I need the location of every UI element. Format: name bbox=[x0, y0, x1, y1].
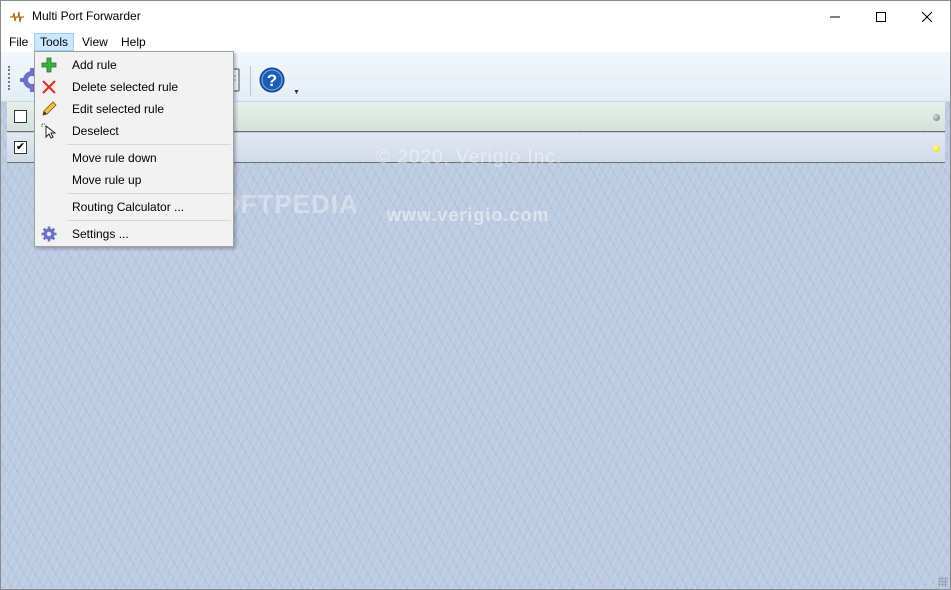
menu-item-label: Delete selected rule bbox=[72, 80, 179, 94]
toolbar-separator bbox=[250, 66, 251, 96]
menu-item-label: Move rule down bbox=[72, 151, 157, 165]
copyright-watermark: © 2020, Verigio Inc. bbox=[376, 147, 563, 168]
maximize-button[interactable] bbox=[858, 1, 904, 32]
menu-separator bbox=[67, 193, 231, 194]
toolbar-grip[interactable] bbox=[8, 66, 10, 90]
rule-status-indicator bbox=[933, 114, 940, 121]
menu-tools[interactable]: Tools bbox=[34, 33, 75, 51]
title-bar[interactable]: Multi Port Forwarder bbox=[1, 1, 950, 32]
menu-item-routing-calculator[interactable]: Routing Calculator ... bbox=[37, 196, 231, 218]
tools-dropdown-menu: Add rule Delete selected rule Edit selec… bbox=[34, 51, 234, 247]
close-icon bbox=[922, 11, 932, 22]
menu-item-add-rule[interactable]: Add rule bbox=[37, 54, 231, 76]
menu-item-label: Deselect bbox=[72, 124, 119, 138]
menu-item-label: Routing Calculator ... bbox=[72, 200, 185, 214]
menu-item-deselect[interactable]: Deselect bbox=[37, 120, 231, 142]
menu-separator bbox=[67, 144, 231, 145]
menu-item-delete-rule[interactable]: Delete selected rule bbox=[37, 76, 231, 98]
menu-file[interactable]: File bbox=[4, 33, 33, 51]
minimize-button[interactable] bbox=[812, 1, 858, 32]
url-watermark: www.verigio.com bbox=[387, 205, 550, 225]
menu-separator bbox=[67, 220, 231, 221]
menu-item-move-rule-down[interactable]: Move rule down bbox=[37, 147, 231, 169]
menu-item-edit-rule[interactable]: Edit selected rule bbox=[37, 98, 231, 120]
add-icon bbox=[41, 57, 57, 73]
maximize-icon bbox=[876, 11, 886, 22]
toolbar-overflow-chevron-icon[interactable]: ▼ bbox=[293, 89, 300, 96]
menu-item-label: Settings ... bbox=[72, 227, 129, 241]
help-icon: ? bbox=[259, 67, 285, 93]
rule-enable-checkbox[interactable]: ✔ bbox=[14, 141, 27, 154]
svg-text:?: ? bbox=[267, 71, 277, 90]
menu-item-move-rule-up[interactable]: Move rule up bbox=[37, 169, 231, 191]
settings-gear-icon bbox=[41, 226, 57, 242]
menu-item-label: Move rule up bbox=[72, 173, 142, 187]
menu-help[interactable]: Help bbox=[116, 33, 151, 51]
menu-item-settings[interactable]: Settings ... bbox=[37, 223, 231, 245]
menu-item-label: Edit selected rule bbox=[72, 102, 165, 116]
toolbar-help-button[interactable]: ? bbox=[259, 67, 285, 93]
window-title: Multi Port Forwarder bbox=[32, 9, 141, 23]
menu-view[interactable]: View bbox=[77, 33, 113, 51]
delete-icon bbox=[41, 79, 57, 95]
rule-status-indicator bbox=[933, 145, 940, 152]
main-window: Multi Port Forwarder File Tools View Hel… bbox=[0, 0, 951, 590]
rule-enable-checkbox[interactable] bbox=[14, 110, 27, 123]
resize-grip[interactable] bbox=[938, 577, 948, 587]
menu-bar: File Tools View Help bbox=[1, 32, 950, 52]
edit-pencil-icon bbox=[41, 101, 57, 117]
menu-item-label: Add rule bbox=[72, 58, 117, 72]
minimize-icon bbox=[830, 16, 840, 17]
deselect-cursor-icon bbox=[41, 123, 57, 139]
app-icon bbox=[9, 9, 25, 25]
close-button[interactable] bbox=[904, 1, 950, 32]
